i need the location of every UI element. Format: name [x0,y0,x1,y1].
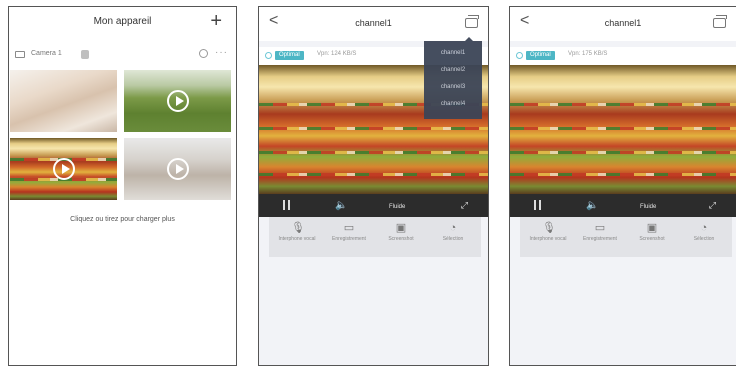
talk-button[interactable]: 🎙 Interphone vocal [526,221,570,242]
record-button[interactable]: ▭ Enregistrement [578,221,622,242]
play-icon[interactable] [166,90,189,112]
channel-option-3[interactable]: channel3 [424,84,482,90]
stream-info-bar: Optimal Vpn: 175 KB/S [510,47,736,65]
more-options-icon[interactable]: ··· [215,47,228,58]
fullscreen-icon[interactable]: ⤢ [709,200,716,211]
screenshot-button[interactable]: ▣ Screenshot [630,221,674,242]
multi-screen-icon[interactable] [465,15,479,28]
header: < channel1 [259,7,488,41]
image-icon: ▣ [646,222,658,234]
quality-badge: Optimal [275,51,304,60]
channel-thumbnail-1[interactable] [10,70,117,132]
action-label: Enregistrement [332,236,366,242]
multi-screen-icon[interactable] [713,15,727,28]
quality-button[interactable]: Fluide [389,202,405,213]
quality-badge: Optimal [526,51,555,60]
page-title: Mon appareil [93,16,152,27]
signal-icon [516,52,523,59]
camera-row[interactable]: Camera 1 ··· [9,47,236,65]
channel-option-2[interactable]: channel2 [424,67,482,73]
selection-button[interactable]: ◔ Sélection [682,221,726,242]
action-label: Enregistrement [583,236,617,242]
playback-control-bar: 🔈 Fluide ⤢ [259,194,488,217]
refresh-icon: ◔ [700,222,708,234]
action-label: Screenshot [388,236,414,242]
pause-icon[interactable] [283,200,290,210]
image-icon: ▣ [395,222,407,234]
live-view-screen-with-menu: < channel1 Optimal Vpn: 124 KB/S 🔈 Fluid… [258,6,489,366]
action-label: Sélection [693,236,715,242]
device-list-screen: Mon appareil + Camera 1 ··· Cliquez ou t… [8,6,237,366]
settings-icon[interactable] [199,49,208,58]
quality-button[interactable]: Fluide [640,202,656,213]
speaker-icon[interactable]: 🔈 [586,200,598,211]
video-camera-icon: ▭ [594,222,606,234]
play-icon[interactable] [166,158,189,180]
refresh-icon: ◔ [449,222,457,234]
channel-dropdown: channel1 channel2 channel3 channel4 [424,37,482,119]
bitrate-text: Vpn: 175 KB/S [568,51,608,57]
play-icon[interactable] [52,158,75,180]
video-camera-icon: ▭ [343,222,355,234]
fullscreen-icon[interactable]: ⤢ [461,200,468,211]
action-label: Screenshot [639,236,665,242]
live-view-screen: < channel1 Optimal Vpn: 175 KB/S 🔈 Fluid… [509,6,736,366]
speaker-icon[interactable]: 🔈 [335,200,347,211]
status-badge [81,50,89,59]
screenshot-button[interactable]: ▣ Screenshot [379,221,423,242]
action-panel: 🎙 Interphone vocal ▭ Enregistrement ▣ Sc… [269,217,481,257]
action-label: Sélection [442,236,464,242]
load-more-hint[interactable]: Cliquez ou tirez pour charger plus [9,216,236,223]
action-panel: 🎙 Interphone vocal ▭ Enregistrement ▣ Sc… [520,217,732,257]
page-title: channel1 [355,18,392,28]
video-feed[interactable] [510,65,736,194]
playback-control-bar: 🔈 Fluide ⤢ [510,194,736,217]
camera-icon [15,51,25,58]
header: Mon appareil + [9,7,236,39]
channel-thumbnail-4[interactable] [124,138,231,200]
record-button[interactable]: ▭ Enregistrement [327,221,371,242]
add-device-button[interactable]: + [210,11,222,31]
channel-thumbnail-3[interactable] [10,138,117,200]
action-label: Interphone vocal [529,236,567,242]
channel-thumbnail-2[interactable] [124,70,231,132]
selection-button[interactable]: ◔ Sélection [431,221,475,242]
header: < channel1 [510,7,736,41]
page-title: channel1 [604,18,642,28]
signal-icon [265,52,272,59]
talk-button[interactable]: 🎙 Interphone vocal [275,221,319,242]
pause-icon[interactable] [534,200,541,210]
action-label: Interphone vocal [278,236,316,242]
camera-name: Camera 1 [31,50,62,57]
channel-option-4[interactable]: channel4 [424,101,482,107]
microphone-icon: 🎙 [291,222,305,234]
channel-option-1[interactable]: channel1 [424,50,482,56]
bitrate-text: Vpn: 124 KB/S [317,51,357,57]
microphone-icon: 🎙 [542,222,556,234]
